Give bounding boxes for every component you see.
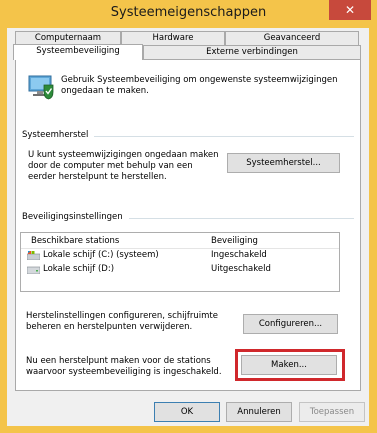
list-header: Beschikbare stations Beveiliging [21,233,339,249]
title-bar[interactable]: Systeemeigenschappen ✕ [0,0,377,28]
drive-name: Lokale schijf (D:) [43,264,115,274]
create-description: Nu een herstelpunt maken voor de station… [26,356,222,377]
list-item-drive-c[interactable]: Lokale schijf (C:) (systeem) Ingeschakel… [21,249,339,262]
drive-name: Lokale schijf (C:) (systeem) [43,250,159,260]
apply-button[interactable]: Toepassen [299,402,365,422]
drives-list[interactable]: Beschikbare stations Beveiliging Lokale … [20,232,340,292]
system-protection-icon [28,75,54,100]
tab-externe-verbindingen[interactable]: Externe verbindingen [143,45,361,59]
tab-panel: Gebruik Systeembeveiliging om ongewenste… [15,59,361,391]
column-header-beveiliging[interactable]: Beveiliging [211,236,258,246]
drive-status: Uitgeschakeld [211,264,271,274]
intro-text: Gebruik Systeembeveiliging om ongewenste… [61,75,338,96]
highlight-box [235,349,345,381]
close-icon: ✕ [344,3,356,17]
tab-systeembeveiliging[interactable]: Systeembeveiliging [13,44,143,60]
tab-geavanceerd[interactable]: Geavanceerd [225,31,359,45]
column-header-stations[interactable]: Beschikbare stations [31,236,119,246]
configure-button[interactable]: Configureren... [243,314,338,334]
tab-hardware[interactable]: Hardware [121,31,225,45]
drive-status: Ingeschakeld [211,250,267,260]
system-drive-icon [27,251,40,260]
window-title: Systeemeigenschappen [110,5,267,20]
system-restore-button[interactable]: Systeemherstel... [227,153,340,173]
restore-group-label: Systeemherstel [22,130,95,140]
protection-group-label: Beveiligingsinstellingen [22,212,129,222]
restore-description: U kunt systeemwijzigingen ongedaan maken… [28,150,219,182]
cancel-button[interactable]: Annuleren [226,402,292,422]
close-button[interactable]: ✕ [329,0,371,20]
drive-icon [27,266,40,274]
ok-button[interactable]: OK [154,402,220,422]
tab-computernaam[interactable]: Computernaam [15,31,121,45]
configure-description: Herstelinstellingen configureren, schijf… [26,311,218,332]
system-properties-window: Systeemeigenschappen ✕ Computernaam Hard… [0,0,377,433]
list-item-drive-d[interactable]: Lokale schijf (D:) Uitgeschakeld [21,263,339,276]
